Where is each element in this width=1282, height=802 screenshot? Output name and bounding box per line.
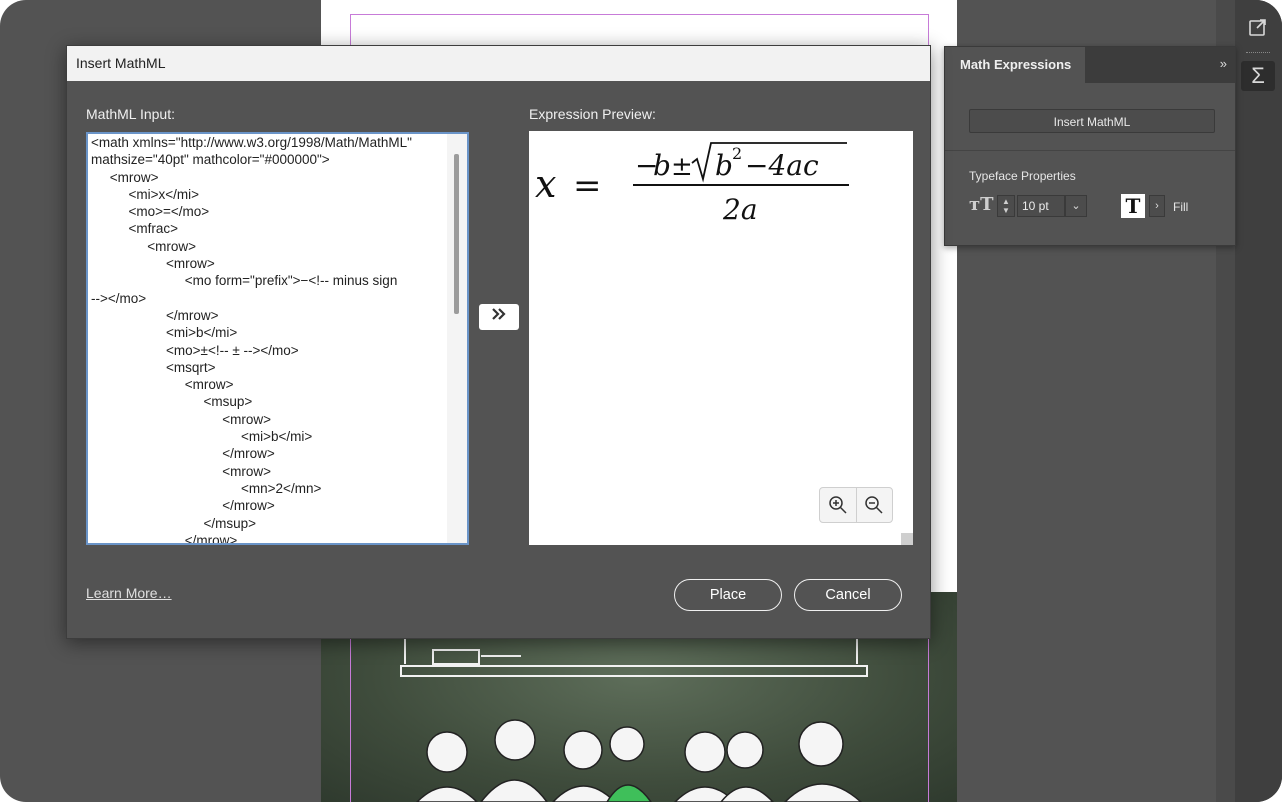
panel-tabbar: Math Expressions »: [945, 47, 1235, 83]
chevron-down-icon[interactable]: ⌄: [1065, 195, 1087, 217]
fill-chevron-icon[interactable]: ›: [1149, 195, 1165, 217]
resize-handle[interactable]: [901, 533, 913, 545]
learn-more-link[interactable]: Learn More…: [86, 585, 172, 601]
quadratic-formula: x = − b ± b 2 −4ac 2a: [535, 139, 865, 233]
formula-denominator: 2a: [722, 193, 758, 226]
scrollbar-thumb[interactable]: [454, 154, 459, 314]
formula-svg: x = − b ± b 2 −4ac 2a: [535, 142, 849, 226]
math-expressions-panel: Math Expressions » Insert MathML Typefac…: [944, 46, 1236, 246]
double-chevron-right-icon: [492, 308, 506, 320]
font-size-icon: тT: [969, 194, 994, 215]
collapse-panel-icon[interactable]: »: [1220, 56, 1227, 71]
mathml-code-text[interactable]: <math xmlns="http://www.w3.org/1998/Math…: [91, 134, 445, 543]
tab-math-expressions[interactable]: Math Expressions: [945, 47, 1085, 83]
update-preview-button[interactable]: [479, 304, 519, 330]
font-size-stepper[interactable]: ▲ ▼: [997, 195, 1015, 217]
sigma-icon[interactable]: Σ: [1241, 61, 1275, 91]
expression-preview: x = − b ± b 2 −4ac 2a: [529, 131, 913, 545]
divider: [945, 150, 1235, 151]
panel-grip[interactable]: [1246, 52, 1270, 56]
formula-radicand-b: b: [715, 149, 733, 182]
formula-plus-minus: ±: [671, 152, 693, 182]
stepper-down-icon[interactable]: ▼: [1002, 206, 1010, 215]
font-size-input[interactable]: 10 pt: [1017, 195, 1065, 217]
insert-mathml-button[interactable]: Insert MathML: [969, 109, 1215, 133]
formula-minus-4ac: −4ac: [745, 149, 819, 182]
formula-b: b: [653, 149, 671, 182]
formula-exponent: 2: [732, 144, 742, 163]
tool-strip: [1235, 0, 1282, 802]
formula-equals: =: [573, 166, 602, 206]
mathml-input-label: MathML Input:: [86, 106, 175, 122]
mathml-scrollbar[interactable]: [447, 134, 467, 543]
export-icon[interactable]: [1241, 12, 1275, 42]
app-window: Σ Math Expressions » Insert MathML Typef…: [0, 0, 1282, 802]
zoom-in-icon[interactable]: [820, 488, 856, 522]
fill-label: Fill: [1173, 200, 1189, 214]
dialog-title[interactable]: Insert MathML: [67, 46, 930, 81]
typeface-properties-title: Typeface Properties: [969, 169, 1076, 183]
expression-preview-label: Expression Preview:: [529, 106, 656, 122]
cancel-button[interactable]: Cancel: [794, 579, 902, 611]
sigma-glyph: Σ: [1251, 63, 1265, 88]
formula-variable: x: [535, 162, 556, 206]
zoom-out-icon[interactable]: [855, 488, 893, 522]
stepper-up-icon[interactable]: ▲: [1002, 197, 1010, 206]
zoom-controls: [819, 487, 893, 523]
mathml-input-field[interactable]: <math xmlns="http://www.w3.org/1998/Math…: [86, 132, 469, 545]
fill-color-swatch[interactable]: T: [1121, 194, 1145, 218]
place-button[interactable]: Place: [674, 579, 782, 611]
insert-mathml-dialog: Insert MathML MathML Input: Expression P…: [66, 45, 931, 639]
